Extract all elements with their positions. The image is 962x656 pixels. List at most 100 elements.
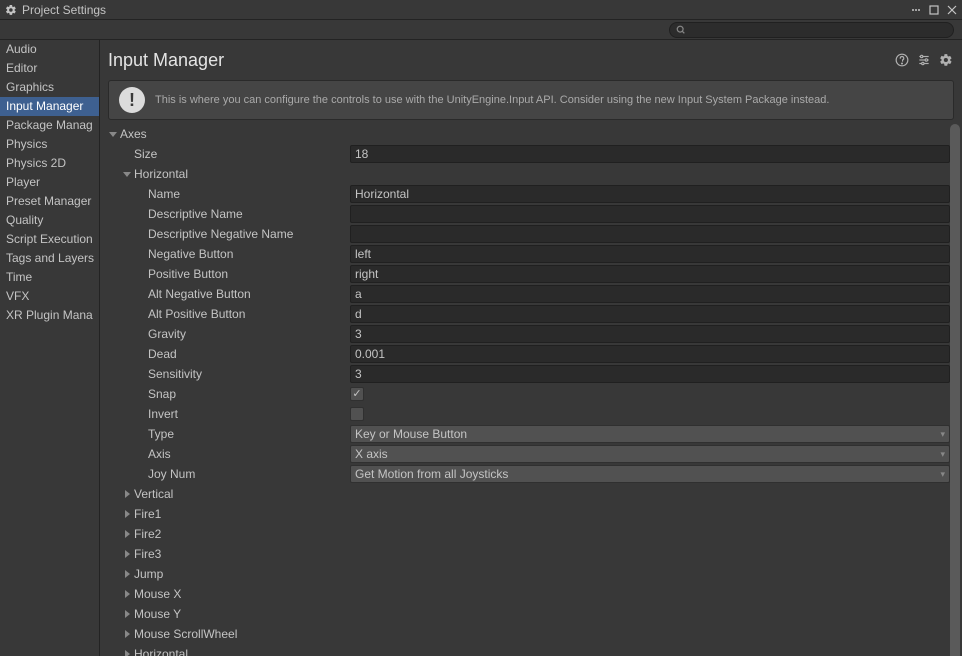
sidebar-item-editor[interactable]: Editor xyxy=(0,59,99,78)
sidebar-item-script-execution[interactable]: Script Execution xyxy=(0,230,99,249)
prop-row-dead: Dead xyxy=(108,344,962,364)
alt_pos-input[interactable] xyxy=(350,305,950,323)
toolbar-strip xyxy=(0,20,962,40)
neg_btn-input[interactable] xyxy=(350,245,950,263)
prop-row-joy: Joy NumGet Motion from all Joysticks▾ xyxy=(108,464,962,484)
chevron-down-icon: ▾ xyxy=(940,449,945,460)
sidebar-item-graphics[interactable]: Graphics xyxy=(0,78,99,97)
axis-entry[interactable]: Jump xyxy=(108,564,962,584)
sidebar-item-xr-plugin-mana[interactable]: XR Plugin Mana xyxy=(0,306,99,325)
name-input[interactable] xyxy=(350,185,950,203)
prop-label: Alt Positive Button xyxy=(148,307,350,321)
dropdown-value: X axis xyxy=(355,447,388,461)
scrollbar-thumb[interactable] xyxy=(950,124,960,656)
axis-entry[interactable]: Vertical xyxy=(108,484,962,504)
sidebar-item-input-manager[interactable]: Input Manager xyxy=(0,97,99,116)
sidebar-item-tags-and-layers[interactable]: Tags and Layers xyxy=(0,249,99,268)
axis-entry[interactable]: Fire1 xyxy=(108,504,962,524)
sidebar-item-quality[interactable]: Quality xyxy=(0,211,99,230)
info-icon: ! xyxy=(119,87,145,113)
settings-content: Input Manager ! This is where you can co… xyxy=(100,40,962,656)
dropdown-value: Key or Mouse Button xyxy=(355,427,467,441)
type-dropdown[interactable]: Key or Mouse Button ▾ xyxy=(350,425,950,443)
settings-sidebar[interactable]: AudioEditorGraphicsInput ManagerPackage … xyxy=(0,40,100,656)
desc_neg-input[interactable] xyxy=(350,225,950,243)
foldout-open-icon xyxy=(122,169,132,179)
axis-entry[interactable]: Mouse ScrollWheel xyxy=(108,624,962,644)
foldout-closed-icon xyxy=(122,589,132,599)
foldout-closed-icon xyxy=(122,649,132,656)
desc-input[interactable] xyxy=(350,205,950,223)
size-input[interactable] xyxy=(350,145,950,163)
pos_btn-input[interactable] xyxy=(350,265,950,283)
foldout-closed-icon xyxy=(122,489,132,499)
prop-label: Invert xyxy=(148,407,350,421)
prop-row-type: TypeKey or Mouse Button▾ xyxy=(108,424,962,444)
prop-label: Descriptive Negative Name xyxy=(148,227,350,241)
axis-entry-label: Fire1 xyxy=(134,507,350,521)
close-icon[interactable] xyxy=(946,4,958,16)
dead-input[interactable] xyxy=(350,345,950,363)
axis-dropdown[interactable]: X axis ▾ xyxy=(350,445,950,463)
prop-label: Alt Negative Button xyxy=(148,287,350,301)
foldout-closed-icon xyxy=(122,569,132,579)
dropdown-value: Get Motion from all Joysticks xyxy=(355,467,508,481)
axis-entry-label: Mouse Y xyxy=(134,607,350,621)
sidebar-item-player[interactable]: Player xyxy=(0,173,99,192)
maximize-icon[interactable] xyxy=(928,4,940,16)
prop-row-sensitivity: Sensitivity xyxy=(108,364,962,384)
prop-row-name: Name xyxy=(108,184,962,204)
prop-label: Descriptive Name xyxy=(148,207,350,221)
chevron-down-icon: ▾ xyxy=(940,429,945,440)
search-input[interactable] xyxy=(669,22,954,38)
axis-entry-horizontal[interactable]: Horizontal xyxy=(108,164,962,184)
prop-label: Negative Button xyxy=(148,247,350,261)
prop-row-desc: Descriptive Name xyxy=(108,204,962,224)
sidebar-item-preset-manager[interactable]: Preset Manager xyxy=(0,192,99,211)
axis-entry-label: Fire3 xyxy=(134,547,350,561)
alt_neg-input[interactable] xyxy=(350,285,950,303)
axis-entry[interactable]: Fire2 xyxy=(108,524,962,544)
gear-icon xyxy=(4,3,18,17)
prop-label: Dead xyxy=(148,347,350,361)
axis-entry[interactable]: Mouse Y xyxy=(108,604,962,624)
settings-gear-icon[interactable] xyxy=(938,52,954,68)
properties-panel[interactable]: Axes Size Horizontal NameDescriptive Nam… xyxy=(100,124,962,656)
axis-entry[interactable]: Fire3 xyxy=(108,544,962,564)
prop-row-alt_pos: Alt Positive Button xyxy=(108,304,962,324)
foldout-closed-icon xyxy=(122,629,132,639)
prop-row-alt_neg: Alt Negative Button xyxy=(108,284,962,304)
axis-entry[interactable]: Horizontal xyxy=(108,644,962,656)
sidebar-item-time[interactable]: Time xyxy=(0,268,99,287)
prop-row-desc_neg: Descriptive Negative Name xyxy=(108,224,962,244)
foldout-closed-icon xyxy=(122,609,132,619)
axis-entry-label: Horizontal xyxy=(134,647,350,656)
axis-entry-label: Jump xyxy=(134,567,350,581)
sidebar-item-package-manag[interactable]: Package Manag xyxy=(0,116,99,135)
chevron-down-icon: ▾ xyxy=(940,469,945,480)
axis-entry[interactable]: Mouse X xyxy=(108,584,962,604)
axis-entry-label: Mouse ScrollWheel xyxy=(134,627,350,641)
presets-icon[interactable] xyxy=(916,52,932,68)
prop-label: Gravity xyxy=(148,327,350,341)
prop-label: Name xyxy=(148,187,350,201)
sidebar-item-vfx[interactable]: VFX xyxy=(0,287,99,306)
snap-checkbox[interactable] xyxy=(350,387,364,401)
sensitivity-input[interactable] xyxy=(350,365,950,383)
content-header: Input Manager xyxy=(100,40,962,80)
page-title: Input Manager xyxy=(108,50,894,71)
prop-label: Sensitivity xyxy=(148,367,350,381)
prop-label: Snap xyxy=(148,387,350,401)
scrollbar[interactable] xyxy=(950,124,960,656)
sidebar-item-physics-2d[interactable]: Physics 2D xyxy=(0,154,99,173)
prop-label: Positive Button xyxy=(148,267,350,281)
gravity-input[interactable] xyxy=(350,325,950,343)
axes-foldout[interactable]: Axes xyxy=(108,124,962,144)
axes-label: Axes xyxy=(120,127,350,141)
joy-dropdown[interactable]: Get Motion from all Joysticks ▾ xyxy=(350,465,950,483)
sidebar-item-physics[interactable]: Physics xyxy=(0,135,99,154)
invert-checkbox[interactable] xyxy=(350,407,364,421)
sidebar-item-audio[interactable]: Audio xyxy=(0,40,99,59)
menu-icon[interactable] xyxy=(910,4,922,16)
help-icon[interactable] xyxy=(894,52,910,68)
